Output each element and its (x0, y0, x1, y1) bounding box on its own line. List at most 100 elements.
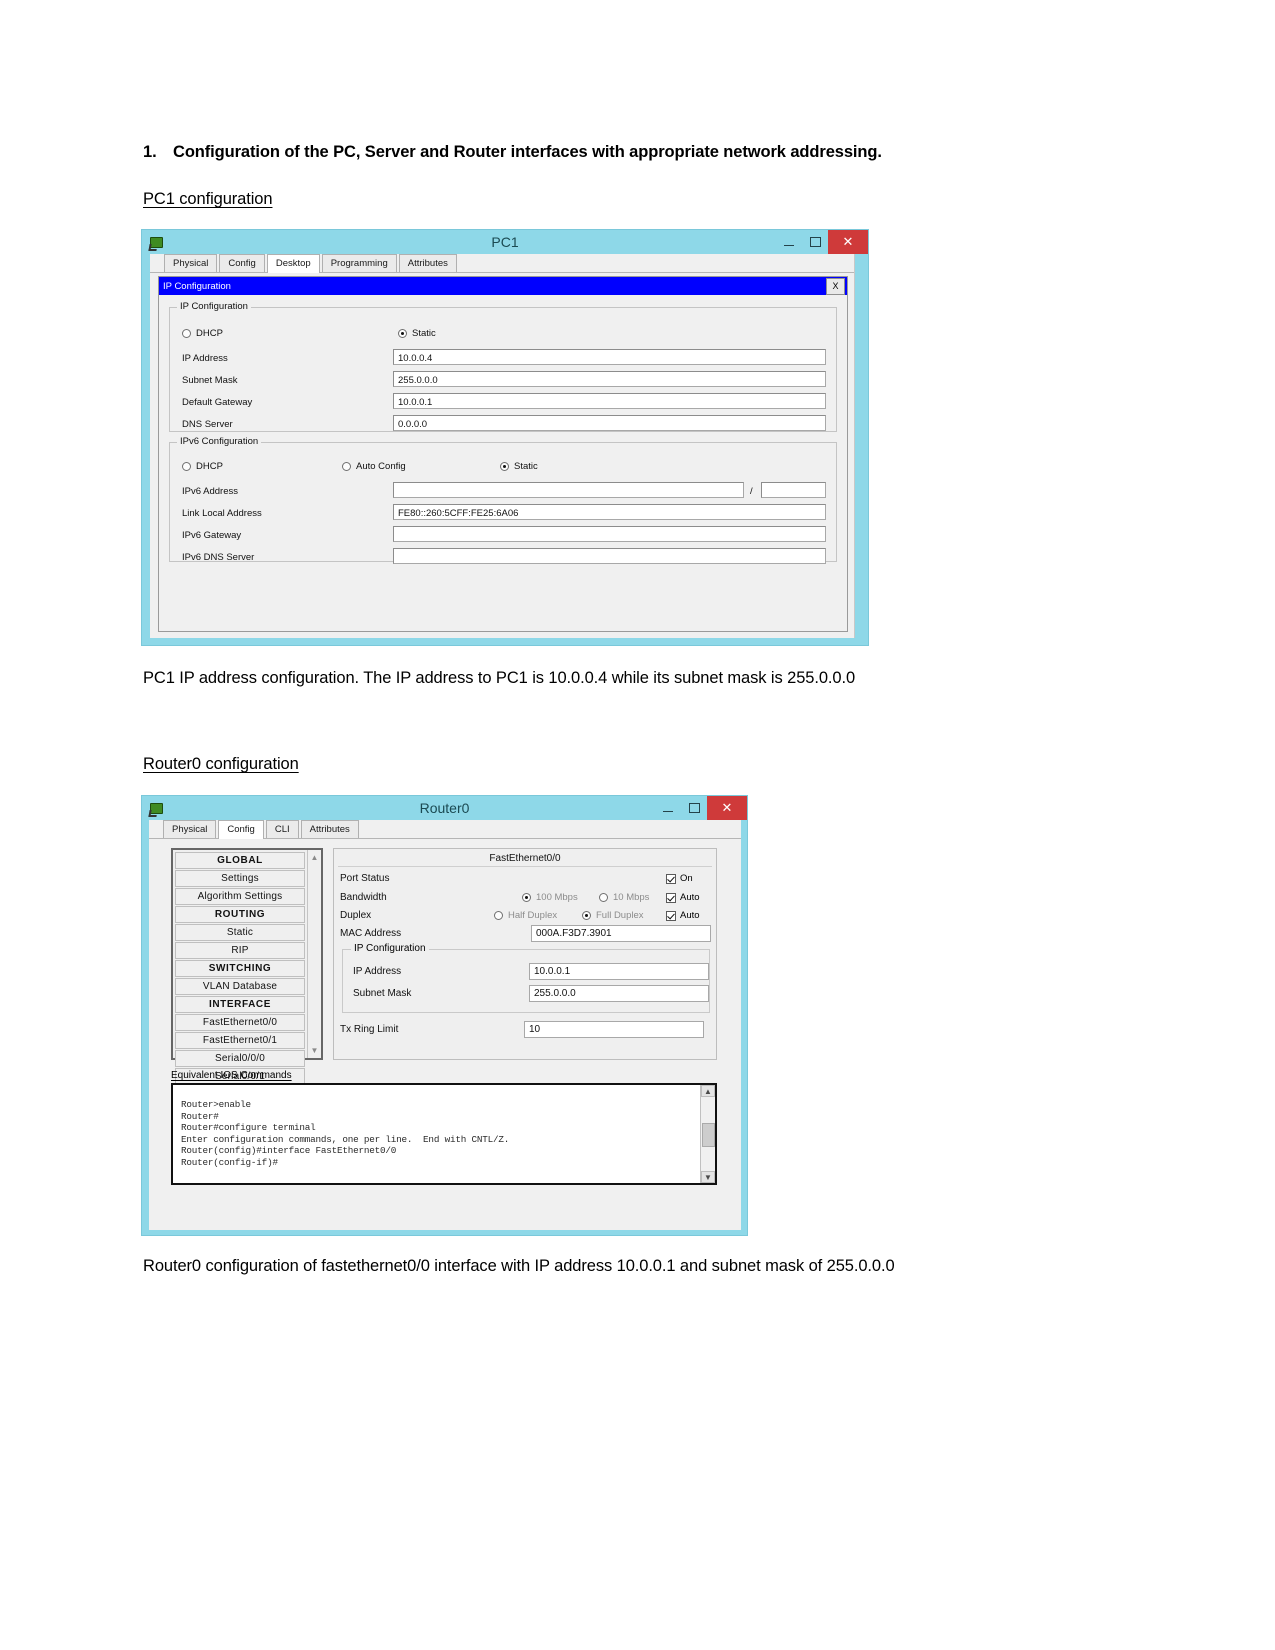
pc1-window-controls: ✕ (776, 230, 868, 254)
ipv6-prefix-input[interactable] (761, 482, 826, 498)
scroll-up-icon[interactable]: ▲ (701, 1085, 715, 1097)
sidebar-item-routing: ROUTING (175, 906, 305, 923)
tab-physical[interactable]: Physical (163, 820, 217, 838)
radio-dot-icon (582, 911, 591, 920)
ip-address-input[interactable]: 10.0.0.4 (393, 349, 826, 365)
pc1-window-title: PC1 (491, 234, 519, 250)
pc1-window: PC1 ✕ Physical Config Desktop Programmin… (141, 229, 869, 646)
tab-attributes[interactable]: Attributes (300, 820, 359, 838)
ios-commands-scrollbar[interactable]: ▲ ▼ (700, 1085, 715, 1183)
radio-dot-icon (500, 462, 509, 471)
tx-ring-limit-label: Tx Ring Limit (340, 1024, 399, 1035)
maximize-icon[interactable] (681, 796, 707, 820)
link-local-address-input[interactable]: FE80::260:5CFF:FE25:6A06 (393, 504, 826, 520)
router0-titlebar: Router0 ✕ (142, 796, 747, 820)
equivalent-ios-commands-box: Router>enable Router# Router#configure t… (171, 1083, 717, 1185)
ipv6-dns-server-label: IPv6 DNS Server (182, 552, 255, 563)
router0-tabstrip: Physical Config CLI Attributes (149, 820, 741, 839)
sidebar-item-static[interactable]: Static (175, 924, 305, 941)
heading-text: Configuration of the PC, Server and Rout… (173, 143, 882, 161)
ipv6-auto-config-radio[interactable]: Auto Config (342, 461, 406, 472)
close-icon[interactable]: ✕ (828, 230, 868, 254)
maximize-icon[interactable] (802, 230, 828, 254)
pc1-caption: PC1 IP address configuration. The IP add… (143, 669, 856, 687)
tab-desktop[interactable]: Desktop (266, 254, 320, 273)
router0-content: Physical Config CLI Attributes GLOBAL Se… (149, 820, 741, 1230)
pc1-tabstrip: Physical Config Desktop Programming Attr… (150, 254, 854, 273)
port-status-checkbox[interactable]: On (666, 873, 693, 884)
tab-cli[interactable]: CLI (265, 820, 299, 838)
duplex-full-label: Full Duplex (596, 910, 644, 921)
router0-window-controls: ✕ (655, 796, 747, 820)
duplex-label: Duplex (340, 910, 372, 921)
ipv4-static-label: Static (412, 328, 436, 339)
bandwidth-10mbps-radio[interactable]: 10 Mbps (599, 892, 649, 903)
subnet-mask-input[interactable]: 255.0.0.0 (393, 371, 826, 387)
checkbox-icon (666, 873, 676, 884)
radio-dot-icon (342, 462, 351, 471)
bandwidth-auto-checkbox[interactable]: Auto (666, 892, 700, 903)
ios-commands-text: Router>enable Router# Router#configure t… (181, 1099, 510, 1168)
dns-server-input[interactable]: 0.0.0.0 (393, 415, 826, 431)
sidebar-item-algorithm-settings[interactable]: Algorithm Settings (175, 888, 305, 905)
ip-configuration-dialog-title: IP Configuration (163, 280, 231, 292)
ip-configuration-dialog: IP Configuration X IP Configuration DHCP… (158, 276, 848, 632)
interface-settings-panel: FastEthernet0/0 Port Status On Bandwidth… (333, 848, 717, 1060)
sidebar-item-settings[interactable]: Settings (175, 870, 305, 887)
duplex-full-radio[interactable]: Full Duplex (582, 910, 644, 921)
tab-physical[interactable]: Physical (164, 254, 218, 272)
scrollbar-thumb[interactable] (702, 1123, 715, 1147)
bandwidth-label: Bandwidth (340, 892, 387, 903)
heading-number: 1. (143, 143, 157, 161)
ipv4-dhcp-radio[interactable]: DHCP (182, 328, 223, 339)
router0-config-sidebar-list: GLOBAL Settings Algorithm Settings ROUTI… (173, 850, 307, 1085)
minimize-icon[interactable] (776, 230, 802, 254)
tab-programming[interactable]: Programming (321, 254, 397, 272)
pc1-titlebar: PC1 ✕ (142, 230, 868, 254)
radio-dot-icon (182, 462, 191, 471)
default-gateway-input[interactable]: 10.0.0.1 (393, 393, 826, 409)
scroll-down-icon[interactable]: ▼ (310, 1046, 319, 1055)
ip-address-label: IP Address (182, 353, 228, 364)
ipv6-gateway-input[interactable] (393, 526, 826, 542)
duplex-auto-checkbox[interactable]: Auto (666, 910, 700, 921)
ip-configuration-dialog-titlebar: IP Configuration X (159, 277, 847, 295)
sidebar-scrollbar[interactable]: ▲ ▼ (307, 850, 321, 1058)
pc1-section-label: PC1 configuration (143, 190, 273, 208)
pc1-content: Physical Config Desktop Programming Attr… (150, 254, 855, 638)
scroll-down-icon[interactable]: ▼ (701, 1171, 715, 1183)
checkbox-icon (666, 910, 676, 921)
radio-dot-icon (182, 329, 191, 338)
router-ip-address-input[interactable]: 10.0.0.1 (529, 963, 709, 980)
equivalent-ios-commands-label: Equivalent IOS Commands (171, 1070, 292, 1081)
ipv6-address-input[interactable] (393, 482, 744, 498)
tab-config[interactable]: Config (218, 820, 264, 839)
tab-attributes[interactable]: Attributes (398, 254, 457, 272)
tx-ring-limit-input[interactable]: 10 (524, 1021, 704, 1038)
router0-caption: Router0 configuration of fastethernet0/0… (143, 1257, 895, 1275)
scroll-up-icon[interactable]: ▲ (310, 853, 319, 862)
ipv4-static-radio[interactable]: Static (398, 328, 436, 339)
radio-dot-icon (522, 893, 531, 902)
ipv6-dhcp-radio[interactable]: DHCP (182, 461, 223, 472)
minimize-icon[interactable] (655, 796, 681, 820)
sidebar-item-fastethernet0-0[interactable]: FastEthernet0/0 (175, 1014, 305, 1031)
close-icon[interactable]: ✕ (707, 796, 747, 820)
router-subnet-mask-input[interactable]: 255.0.0.0 (529, 985, 709, 1002)
mac-address-input[interactable]: 000A.F3D7.3901 (531, 925, 711, 942)
sidebar-item-rip[interactable]: RIP (175, 942, 305, 959)
sidebar-item-serial0-0-0[interactable]: Serial0/0/0 (175, 1050, 305, 1067)
ipv6-dhcp-label: DHCP (196, 461, 223, 472)
duplex-half-radio[interactable]: Half Duplex (494, 910, 557, 921)
ipv6-dns-server-input[interactable] (393, 548, 826, 564)
port-status-label: Port Status (340, 873, 390, 884)
sidebar-item-fastethernet0-1[interactable]: FastEthernet0/1 (175, 1032, 305, 1049)
tab-config[interactable]: Config (219, 254, 265, 272)
sidebar-item-vlan-database[interactable]: VLAN Database (175, 978, 305, 995)
dialog-close-icon[interactable]: X (826, 277, 845, 295)
sidebar-item-global: GLOBAL (175, 852, 305, 869)
ipv6-static-label: Static (514, 461, 538, 472)
bandwidth-100mbps-radio[interactable]: 100 Mbps (522, 892, 578, 903)
link-local-address-label: Link Local Address (182, 508, 262, 519)
ipv6-static-radio[interactable]: Static (500, 461, 538, 472)
